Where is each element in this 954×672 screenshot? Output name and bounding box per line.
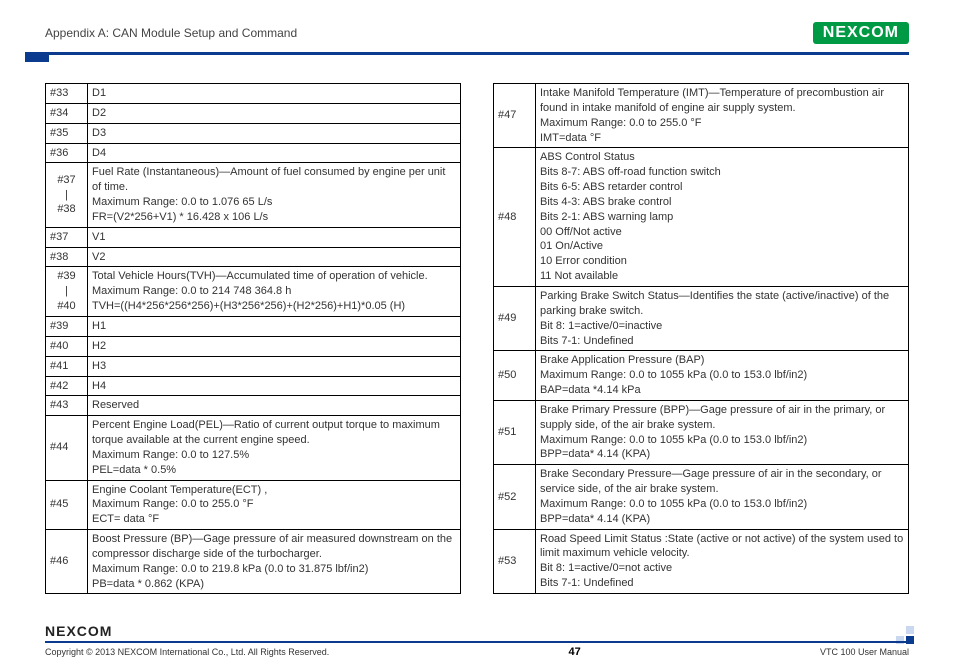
row-description: Intake Manifold Temperature (IMT)—Temper… <box>536 84 909 148</box>
row-index: #38 <box>46 247 88 267</box>
table-row: #42H4 <box>46 376 461 396</box>
row-description: H1 <box>88 316 461 336</box>
row-index: #50 <box>494 351 536 401</box>
table-row: #43Reserved <box>46 396 461 416</box>
row-description: H2 <box>88 336 461 356</box>
row-description: V2 <box>88 247 461 267</box>
row-description: D3 <box>88 123 461 143</box>
table-row: #47Intake Manifold Temperature (IMT)—Tem… <box>494 84 909 148</box>
table-row: #48ABS Control Status Bits 8-7: ABS off-… <box>494 148 909 287</box>
row-description: D2 <box>88 103 461 123</box>
row-index: #36 <box>46 143 88 163</box>
table-row: #41H3 <box>46 356 461 376</box>
row-index: #39 | #40 <box>46 267 88 317</box>
table-row: #52Brake Secondary Pressure—Gage pressur… <box>494 465 909 529</box>
table-row: #40H2 <box>46 336 461 356</box>
table-row: #36D4 <box>46 143 461 163</box>
footer-rule <box>45 641 909 643</box>
table-row: #38V2 <box>46 247 461 267</box>
row-description: ABS Control Status Bits 8-7: ABS off-roa… <box>536 148 909 287</box>
row-description: Reserved <box>88 396 461 416</box>
right-table: #47Intake Manifold Temperature (IMT)—Tem… <box>493 83 909 594</box>
table-row: #37 | #38Fuel Rate (Instantaneous)—Amoun… <box>46 163 461 227</box>
copyright-text: Copyright © 2013 NEXCOM International Co… <box>45 647 329 657</box>
row-description: Total Vehicle Hours(TVH)—Accumulated tim… <box>88 267 461 317</box>
row-index: #52 <box>494 465 536 529</box>
row-index: #53 <box>494 529 536 593</box>
row-index: #48 <box>494 148 536 287</box>
row-description: Percent Engine Load(PEL)—Ratio of curren… <box>88 416 461 480</box>
table-row: #51Brake Primary Pressure (BPP)—Gage pre… <box>494 400 909 464</box>
table-row: #35D3 <box>46 123 461 143</box>
table-row: #39 | #40Total Vehicle Hours(TVH)—Accumu… <box>46 267 461 317</box>
footer-logo: NEXCOM <box>45 623 112 639</box>
table-row: #46Boost Pressure (BP)—Gage pressure of … <box>46 530 461 594</box>
row-index: #46 <box>46 530 88 594</box>
row-description: V1 <box>88 227 461 247</box>
row-description: D4 <box>88 143 461 163</box>
row-description: Brake Primary Pressure (BPP)—Gage pressu… <box>536 400 909 464</box>
row-description: H4 <box>88 376 461 396</box>
row-index: #47 <box>494 84 536 148</box>
row-description: Boost Pressure (BP)—Gage pressure of air… <box>88 530 461 594</box>
row-description: Fuel Rate (Instantaneous)—Amount of fuel… <box>88 163 461 227</box>
row-index: #35 <box>46 123 88 143</box>
row-index: #33 <box>46 84 88 104</box>
table-row: #37V1 <box>46 227 461 247</box>
row-description: Brake Secondary Pressure—Gage pressure o… <box>536 465 909 529</box>
row-index: #39 <box>46 316 88 336</box>
table-row: #39H1 <box>46 316 461 336</box>
left-table: #33D1#34D2#35D3#36D4#37 | #38Fuel Rate (… <box>45 83 461 594</box>
table-row: #53Road Speed Limit Status :State (activ… <box>494 529 909 593</box>
row-description: Brake Application Pressure (BAP) Maximum… <box>536 351 909 401</box>
row-index: #42 <box>46 376 88 396</box>
table-row: #50Brake Application Pressure (BAP) Maxi… <box>494 351 909 401</box>
row-description: Parking Brake Switch Status—Identifies t… <box>536 286 909 350</box>
table-row: #49Parking Brake Switch Status—Identifie… <box>494 286 909 350</box>
row-index: #34 <box>46 103 88 123</box>
row-description: D1 <box>88 84 461 104</box>
row-index: #43 <box>46 396 88 416</box>
row-description: Engine Coolant Temperature(ECT) , Maximu… <box>88 480 461 530</box>
row-description: Road Speed Limit Status :State (active o… <box>536 529 909 593</box>
row-index: #37 | #38 <box>46 163 88 227</box>
header-rule <box>45 52 909 55</box>
table-row: #45Engine Coolant Temperature(ECT) , Max… <box>46 480 461 530</box>
row-index: #41 <box>46 356 88 376</box>
appendix-title: Appendix A: CAN Module Setup and Command <box>45 26 297 40</box>
row-index: #37 <box>46 227 88 247</box>
row-index: #51 <box>494 400 536 464</box>
page-number: 47 <box>568 646 580 658</box>
table-row: #44Percent Engine Load(PEL)—Ratio of cur… <box>46 416 461 480</box>
row-index: #45 <box>46 480 88 530</box>
row-index: #49 <box>494 286 536 350</box>
row-index: #44 <box>46 416 88 480</box>
brand-logo: NEXCOM <box>813 22 909 44</box>
row-index: #40 <box>46 336 88 356</box>
row-description: H3 <box>88 356 461 376</box>
manual-name: VTC 100 User Manual <box>820 647 909 657</box>
table-row: #34D2 <box>46 103 461 123</box>
table-row: #33D1 <box>46 84 461 104</box>
